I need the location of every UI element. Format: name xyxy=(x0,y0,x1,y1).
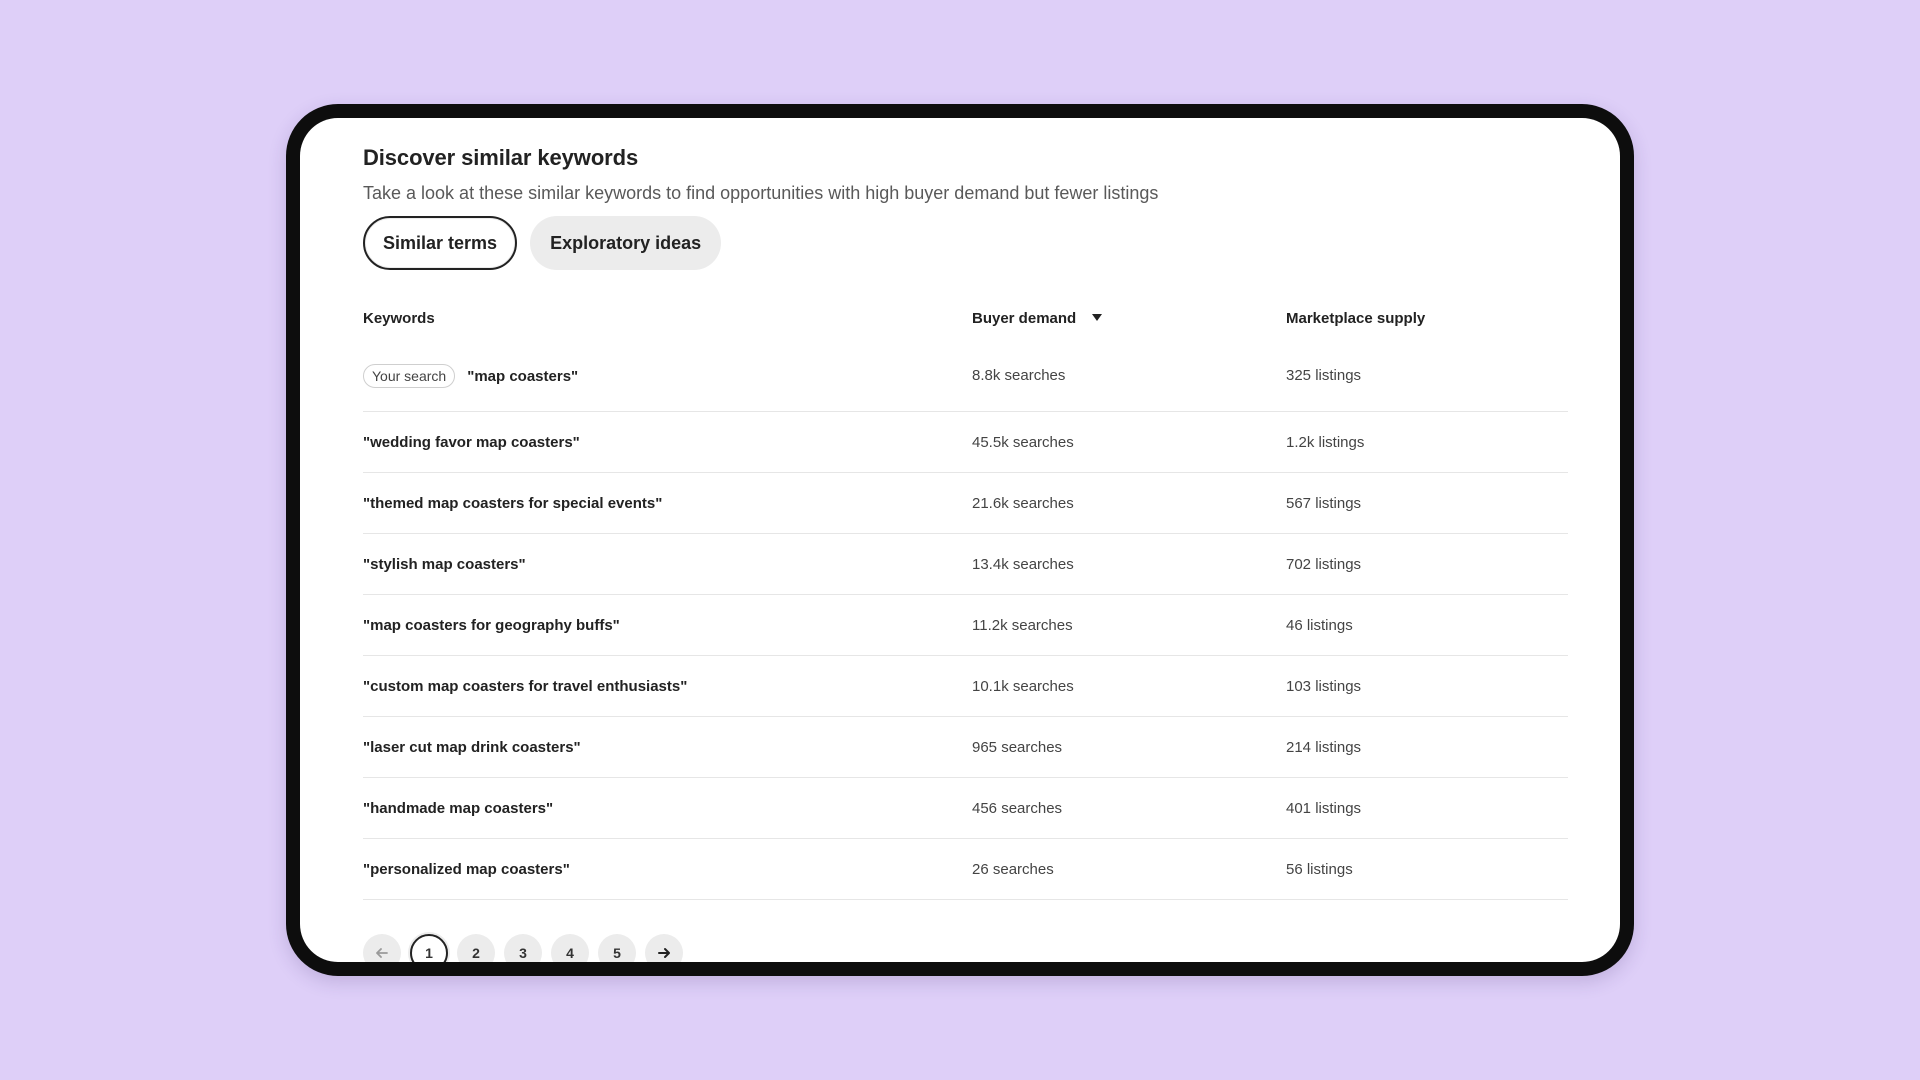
supply-cell: 325 listings xyxy=(1286,367,1362,384)
supply-cell: 567 listings xyxy=(1286,494,1362,512)
supply-cell: 56 listings xyxy=(1286,860,1353,878)
demand-cell: 45.5k searches xyxy=(972,433,1074,451)
table-row: "map coasters for geography buffs" 11.2k… xyxy=(363,595,1568,656)
keyword-cell: "custom map coasters for travel enthusia… xyxy=(363,677,688,695)
keyword-cell: Your search "map coasters" xyxy=(363,363,972,388)
demand-cell: 8.8k searches xyxy=(972,367,1066,384)
arrow-left-icon xyxy=(376,948,388,958)
page-subtitle: Take a look at these similar keywords to… xyxy=(363,183,1159,203)
next-page-button[interactable] xyxy=(645,934,683,962)
pagination: 1 2 3 4 5 xyxy=(363,934,1568,962)
column-header-buyer-demand-label: Buyer demand xyxy=(972,309,1077,327)
page-title: Discover similar keywords xyxy=(363,145,639,170)
supply-cell: 401 listings xyxy=(1286,799,1362,817)
page-button-4[interactable]: 4 xyxy=(551,934,589,962)
page-button-3[interactable]: 3 xyxy=(504,934,542,962)
page-button-2[interactable]: 2 xyxy=(457,934,495,962)
supply-cell: 46 listings xyxy=(1286,616,1353,634)
device-frame: Discover similar keywords Take a look at… xyxy=(286,104,1634,976)
table-row: "laser cut map drink coasters" 965 searc… xyxy=(363,717,1568,778)
supply-cell: 214 listings xyxy=(1286,738,1362,756)
table-row: "stylish map coasters" 13.4k searches 70… xyxy=(363,534,1568,595)
column-header-buyer-demand[interactable]: Buyer demand xyxy=(972,310,1286,327)
screen: Discover similar keywords Take a look at… xyxy=(300,118,1620,962)
demand-cell: 11.2k searches xyxy=(972,616,1073,634)
supply-cell: 702 listings xyxy=(1286,555,1362,573)
demand-cell: 10.1k searches xyxy=(972,677,1074,695)
column-header-keywords: Keywords xyxy=(363,309,435,327)
keyword-cell: "laser cut map drink coasters" xyxy=(363,738,581,756)
keywords-table: Keywords Buyer demand Marketplace supply… xyxy=(363,296,1568,900)
tab-bar: Similar terms Exploratory ideas xyxy=(363,216,1568,270)
your-search-badge: Your search xyxy=(363,363,456,388)
arrow-right-icon xyxy=(658,948,670,958)
keyword-text: "map coasters" xyxy=(467,367,579,385)
table-row: "themed map coasters for special events"… xyxy=(363,473,1568,534)
demand-cell: 13.4k searches xyxy=(972,555,1074,573)
prev-page-button[interactable] xyxy=(363,934,401,962)
page-button-1[interactable]: 1 xyxy=(410,934,448,962)
table-header: Keywords Buyer demand Marketplace supply xyxy=(363,296,1568,340)
table-row: Your search "map coasters" 8.8k searches … xyxy=(363,340,1568,412)
tab-exploratory-ideas[interactable]: Exploratory ideas xyxy=(530,216,722,270)
keyword-cell: "personalized map coasters" xyxy=(363,860,570,878)
demand-cell: 456 searches xyxy=(972,799,1063,817)
demand-cell: 965 searches xyxy=(972,738,1063,756)
keyword-cell: "stylish map coasters" xyxy=(363,555,526,573)
table-row: "personalized map coasters" 26 searches … xyxy=(363,839,1568,900)
keyword-cell: "handmade map coasters" xyxy=(363,799,554,817)
demand-cell: 26 searches xyxy=(972,860,1054,878)
table-row: "custom map coasters for travel enthusia… xyxy=(363,656,1568,717)
supply-cell: 103 listings xyxy=(1286,677,1362,695)
table-row: "wedding favor map coasters" 45.5k searc… xyxy=(363,412,1568,473)
keyword-cell: "map coasters for geography buffs" xyxy=(363,616,620,634)
tab-similar-terms[interactable]: Similar terms xyxy=(363,216,518,270)
page-button-5[interactable]: 5 xyxy=(598,934,636,962)
keyword-cell: "wedding favor map coasters" xyxy=(363,433,580,451)
table-row: "handmade map coasters" 456 searches 401… xyxy=(363,778,1568,839)
caret-down-icon[interactable] xyxy=(1092,314,1103,322)
column-header-marketplace-supply: Marketplace supply xyxy=(1286,309,1426,327)
keywords-panel: Discover similar keywords Take a look at… xyxy=(363,142,1568,962)
supply-cell: 1.2k listings xyxy=(1286,433,1365,451)
demand-cell: 21.6k searches xyxy=(972,494,1074,512)
keyword-cell: "themed map coasters for special events" xyxy=(363,494,663,512)
